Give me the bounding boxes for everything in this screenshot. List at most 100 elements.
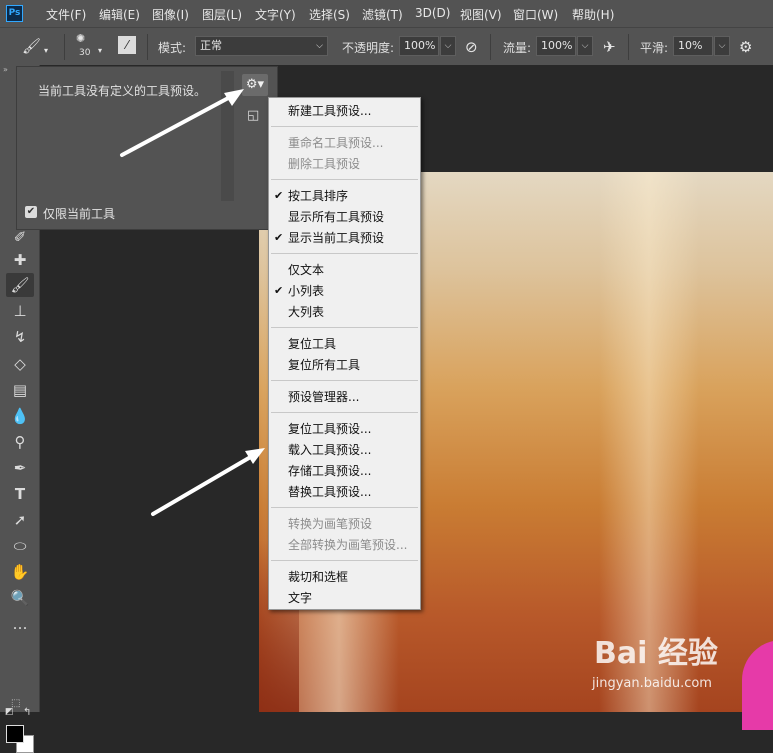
menu-separator	[271, 253, 418, 254]
menu-separator	[271, 412, 418, 413]
gradient-tool-icon[interactable]: ▤	[6, 378, 34, 402]
menu-separator	[271, 179, 418, 180]
separator	[147, 34, 148, 60]
brush-tip-icon[interactable]: ✺	[76, 30, 85, 48]
flow-value: 100%	[541, 39, 573, 52]
smoothing-field[interactable]: 10%	[673, 36, 713, 56]
swap-colors-icon[interactable]: ↰	[23, 707, 31, 718]
path-selection-tool-icon[interactable]: ➚	[6, 508, 34, 532]
menu-item-convert-all-to-brush: 全部转换为画笔预设...	[288, 538, 408, 552]
airbrush-icon[interactable]: ✈	[603, 38, 616, 56]
more-tools-icon[interactable]: …	[6, 612, 34, 636]
menu-item-reset-tool[interactable]: 复位工具	[288, 336, 336, 352]
only-current-tool-checkbox[interactable]: ✔	[25, 206, 37, 218]
menu-select[interactable]: 选择(S)	[309, 6, 350, 23]
zoom-tool-icon[interactable]: 🔍	[6, 586, 34, 610]
menu-item-save-presets[interactable]: 存储工具预设...	[288, 463, 371, 479]
opacity-field[interactable]: 100%	[399, 36, 439, 56]
gear-icon: ⚙▾	[245, 77, 265, 92]
menu-view[interactable]: 视图(V)	[460, 6, 502, 23]
menu-item-new-preset[interactable]: 新建工具预设...	[288, 103, 371, 119]
menu-item-reset-all-tools[interactable]: 复位所有工具	[288, 357, 360, 373]
menu-item-convert-to-brush: 转换为画笔预设	[288, 517, 373, 531]
menu-item-replace-presets[interactable]: 替换工具预设...	[288, 484, 371, 500]
menu-window[interactable]: 窗口(W)	[513, 6, 558, 23]
menu-item-text-only[interactable]: 仅文本	[288, 262, 324, 278]
type-tool-icon[interactable]: T	[6, 482, 34, 506]
menu-item-rename-preset: 重命名工具预设...	[288, 136, 384, 150]
tool-preset-dropdown-icon[interactable]: ▾	[44, 42, 48, 60]
brush-picker-dropdown-icon[interactable]: ▾	[98, 42, 102, 60]
brush-tool-icon[interactable]: 🖌	[6, 273, 34, 297]
baidu-jingyan-watermark: Bai 经验 jingyan.baidu.com	[588, 628, 773, 694]
ellipse-tool-icon[interactable]: ⬭	[6, 534, 34, 558]
menu-3d[interactable]: 3D(D)	[415, 6, 450, 20]
flow-dropdown[interactable]: ⌵	[577, 36, 593, 56]
menu-separator	[271, 126, 418, 127]
watermark-logo: Bai 经验	[594, 636, 718, 671]
menu-item-reset-presets[interactable]: 复位工具预设...	[288, 421, 371, 437]
menu-edit[interactable]: 编辑(E)	[99, 6, 140, 23]
menu-item-preset-manager[interactable]: 预设管理器...	[288, 389, 359, 405]
mode-value: 正常	[200, 39, 222, 52]
only-current-tool-label: 仅限当前工具	[43, 207, 116, 221]
flow-label: 流量:	[503, 41, 532, 55]
menu-item-load-presets[interactable]: 载入工具预设...	[288, 442, 371, 458]
new-preset-icon[interactable]: ◱	[247, 108, 259, 123]
menu-item-show-current[interactable]: 显示当前工具预设	[288, 230, 384, 246]
separator	[490, 34, 491, 60]
healing-brush-tool-icon[interactable]: ✚	[6, 248, 34, 272]
menu-item-show-all[interactable]: 显示所有工具预设	[288, 209, 384, 225]
dodge-tool-icon[interactable]: ⚲	[6, 430, 34, 454]
collapse-arrows-icon[interactable]: »	[3, 65, 8, 74]
clone-stamp-tool-icon[interactable]: ⊥	[6, 299, 34, 323]
menu-item-large-list[interactable]: 大列表	[288, 304, 324, 320]
options-bar: 🖌 ▾ ✺ 30 ▾ ⁄ 模式: 正常 ⌵ 不透明度: 100% ⌵ ⊘ 流量:…	[0, 27, 773, 66]
flow-field[interactable]: 100%	[536, 36, 576, 56]
hand-tool-icon[interactable]: ✋	[6, 560, 34, 584]
brush-size-label: 30	[79, 48, 91, 58]
brush-tool-icon[interactable]: 🖌	[22, 37, 41, 55]
checkmark-icon: ✔	[274, 231, 284, 244]
menu-item-delete-preset: 删除工具预设	[288, 157, 361, 171]
menu-separator	[271, 380, 418, 381]
smoothing-value: 10%	[678, 39, 703, 52]
separator	[64, 34, 65, 60]
photoshop-logo[interactable]: Ps	[6, 5, 23, 22]
checkmark-icon: ✔	[274, 284, 284, 297]
checkmark-icon: ✔	[274, 189, 284, 202]
menu-separator	[271, 327, 418, 328]
opacity-label: 不透明度:	[342, 41, 395, 55]
presets-context-menu: 新建工具预设... 重命名工具预设... 删除工具预设 ✔ 按工具排序 显示所有…	[268, 97, 421, 610]
opacity-pressure-icon[interactable]: ⊘	[465, 38, 478, 56]
watermark-url: jingyan.baidu.com	[592, 676, 712, 691]
menu-help[interactable]: 帮助(H)	[572, 6, 614, 23]
blur-tool-icon[interactable]: 💧	[6, 404, 34, 428]
smoothing-dropdown[interactable]: ⌵	[714, 36, 730, 56]
presets-scrollbar[interactable]	[221, 71, 234, 201]
gear-icon[interactable]: ⚙	[739, 38, 752, 56]
mode-label: 模式:	[158, 41, 187, 55]
foreground-color-swatch[interactable]	[6, 725, 24, 743]
menu-item-small-list[interactable]: 小列表	[288, 283, 324, 299]
menu-item-sort-by-tool[interactable]: 按工具排序	[288, 188, 348, 204]
menu-type[interactable]: 文字(Y)	[255, 6, 296, 23]
chevron-down-icon: ⌵	[316, 41, 323, 51]
history-brush-tool-icon[interactable]: ↯	[6, 325, 34, 349]
menu-filter[interactable]: 滤镜(T)	[362, 6, 403, 23]
separator	[628, 34, 629, 60]
mode-select[interactable]: 正常 ⌵	[195, 36, 328, 56]
menu-layer[interactable]: 图层(L)	[202, 6, 242, 23]
pen-tool-icon[interactable]: ✒	[6, 456, 34, 480]
menu-item-crop-and-marquee[interactable]: 裁切和选框	[288, 569, 348, 585]
menu-image[interactable]: 图像(I)	[152, 6, 189, 23]
menu-file[interactable]: 文件(F)	[46, 6, 86, 23]
menu-item-text[interactable]: 文字	[288, 590, 312, 606]
menu-separator	[271, 560, 418, 561]
brush-settings-panel-icon[interactable]: ⁄	[118, 36, 136, 54]
menu-bar: Ps 文件(F) 编辑(E) 图像(I) 图层(L) 文字(Y) 选择(S) 滤…	[0, 0, 773, 27]
panel-menu-button[interactable]: ⚙▾	[242, 74, 268, 96]
quick-mask-icon[interactable]: ⬚	[11, 698, 20, 709]
eraser-tool-icon[interactable]: ◇	[6, 352, 34, 376]
opacity-dropdown[interactable]: ⌵	[440, 36, 456, 56]
